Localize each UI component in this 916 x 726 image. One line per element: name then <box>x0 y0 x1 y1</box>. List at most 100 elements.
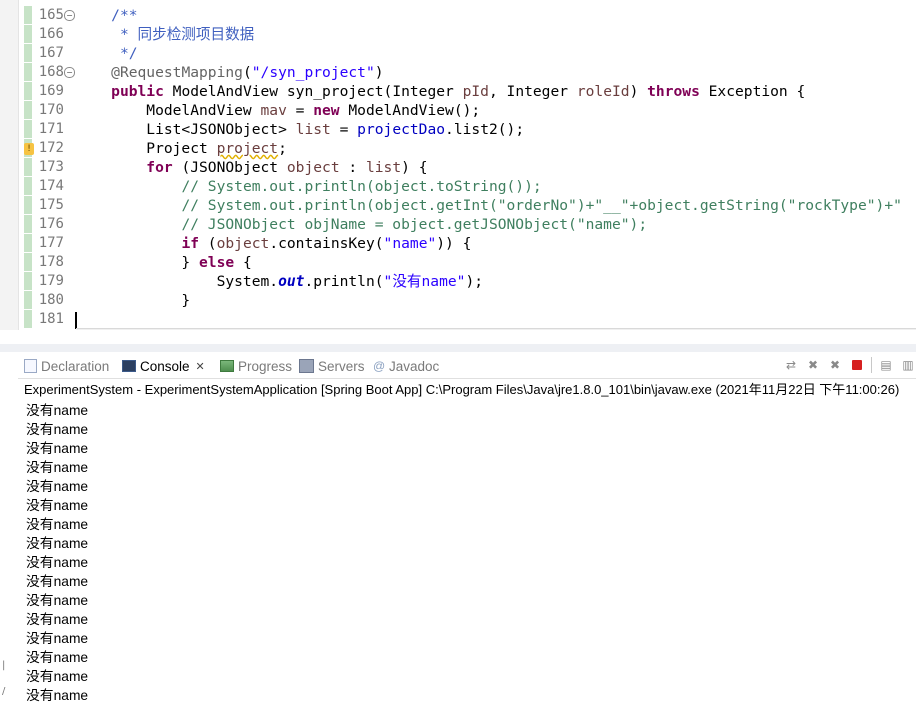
horizontal-scrollbar[interactable]: ◂ ||| <box>76 328 916 330</box>
servers-icon <box>299 359 314 373</box>
ruler-marker <box>24 25 32 43</box>
tab-label: Servers <box>318 358 365 374</box>
tab-declaration[interactable]: Declaration <box>24 356 109 376</box>
code-token: ; <box>278 140 287 157</box>
code-token: throws <box>647 83 700 100</box>
collapsed-indicator-icon[interactable]: | <box>2 660 5 671</box>
ruler-marker <box>24 44 32 62</box>
console-icon <box>122 360 136 372</box>
code-line[interactable]: * 同步检测项目数据 <box>76 25 254 44</box>
code-token: object <box>216 235 270 252</box>
code-token: mav <box>260 102 287 119</box>
clear-console-icon[interactable]: ▤ <box>878 357 894 373</box>
code-line[interactable]: } else { <box>76 253 251 272</box>
code-token: ModelAndView <box>76 102 261 119</box>
console-output-line: 没有name <box>26 688 89 703</box>
editor-left-gutter <box>0 0 19 330</box>
code-token: "name" <box>383 235 437 252</box>
code-line[interactable]: } <box>76 291 190 310</box>
tab-label: Javadoc <box>389 358 440 374</box>
warning-icon[interactable]: ! <box>24 143 34 155</box>
code-token: */ <box>119 45 138 62</box>
view-separator[interactable] <box>0 344 916 352</box>
code-token: , Integer <box>488 83 577 100</box>
console-output-line: 没有name <box>26 669 89 684</box>
tab-progress[interactable]: Progress <box>220 356 292 376</box>
console-output-line: 没有name <box>26 536 89 551</box>
console-toolbar: ⇄ ✖ ✖ ▤ ▥ <box>783 355 916 375</box>
code-line[interactable]: if (object.containsKey("name")) { <box>76 234 471 253</box>
code-token: else <box>199 254 235 271</box>
pin-icon[interactable]: ⇄ <box>783 357 799 373</box>
code-token: .println( <box>304 273 384 290</box>
code-line[interactable]: */ <box>76 44 138 63</box>
code-line[interactable]: Project project; <box>76 139 287 158</box>
code-token: ) <box>629 83 648 100</box>
code-token: ) { <box>401 159 428 176</box>
console-output-line: 没有name <box>26 612 89 627</box>
ruler-marker <box>24 196 32 214</box>
code-token: /** <box>111 7 138 24</box>
ruler-marker <box>24 215 32 233</box>
code-line[interactable]: /** <box>76 6 138 25</box>
code-line[interactable]: // System.out.println(object.toString())… <box>76 177 541 196</box>
console-output-line: 没有name <box>26 460 89 475</box>
code-token: if <box>181 235 200 252</box>
left-panel-strip: | / <box>0 352 18 726</box>
tab-servers[interactable]: Servers <box>299 356 365 376</box>
code-line[interactable]: for (JSONObject object : list) { <box>76 158 427 177</box>
code-token: System. <box>76 273 279 290</box>
code-token: List<JSONObject> <box>76 121 296 138</box>
line-number-gutter: 164165−166167168−16917017117217317417517… <box>36 0 76 330</box>
code-line[interactable]: ModelAndView mav = new ModelAndView(); <box>76 101 480 120</box>
tab-console[interactable]: Console ✕ <box>122 356 205 376</box>
console-output-line: 没有name <box>26 650 89 665</box>
code-line[interactable]: System.out.println("没有name"); <box>76 272 483 291</box>
collapsed-indicator-icon[interactable]: / <box>2 686 5 697</box>
code-editor[interactable]: ! 164165−166167168−169170171172173174175… <box>0 0 916 330</box>
code-token: ModelAndView syn_project(Integer <box>163 83 463 100</box>
ruler-marker <box>24 82 32 100</box>
code-area[interactable]: /** * 同步检测项目数据 */ @RequestMapping("/syn_… <box>76 0 916 330</box>
code-token: = <box>330 121 358 138</box>
code-token: pId <box>462 83 489 100</box>
code-token: // JSONObject objName = object.getJSONOb… <box>181 216 648 233</box>
console-output-line: 没有name <box>26 441 89 456</box>
code-token: "没有name" <box>383 273 466 290</box>
code-line[interactable]: public ModelAndView syn_project(Integer … <box>76 82 805 101</box>
console-output-line: 没有name <box>26 631 89 646</box>
terminate-icon[interactable]: ✖ <box>805 357 821 373</box>
ruler-marker <box>24 272 32 290</box>
code-line[interactable]: @RequestMapping("/syn_project") <box>76 63 384 82</box>
fold-toggle-icon[interactable]: − <box>64 10 75 21</box>
code-token: "/syn_project" <box>251 64 375 81</box>
code-token: public <box>111 83 164 100</box>
line-number: 175 <box>38 197 64 213</box>
line-number: 169 <box>38 83 64 99</box>
code-line[interactable]: // JSONObject objName = object.getJSONOb… <box>76 215 647 234</box>
ruler-marker <box>24 101 32 119</box>
ruler-marker <box>24 310 32 328</box>
code-line[interactable]: List<JSONObject> list = projectDao.list2… <box>76 120 524 139</box>
fold-toggle-icon[interactable]: − <box>64 67 75 78</box>
console-output-line: 没有name <box>26 403 89 418</box>
ruler-marker <box>24 291 32 309</box>
tab-javadoc[interactable]: @ Javadoc <box>373 356 439 376</box>
code-token: Project <box>76 140 217 157</box>
code-line[interactable]: // System.out.println(object.getInt("ord… <box>76 196 901 215</box>
code-token: : <box>339 159 366 176</box>
view-tab-bar: Declaration Console ✕ Progress Servers @… <box>18 352 916 379</box>
scroll-lock-icon[interactable]: ▥ <box>900 357 916 373</box>
console-output-line: 没有name <box>26 517 89 532</box>
remove-all-icon[interactable]: ✖ <box>827 357 843 373</box>
line-number: 165 <box>38 7 64 23</box>
code-token: ) <box>374 64 384 81</box>
code-token: ( <box>242 64 252 81</box>
stop-icon[interactable] <box>849 357 865 373</box>
console-output-line: 没有name <box>26 498 89 513</box>
close-icon[interactable]: ✕ <box>196 360 205 373</box>
